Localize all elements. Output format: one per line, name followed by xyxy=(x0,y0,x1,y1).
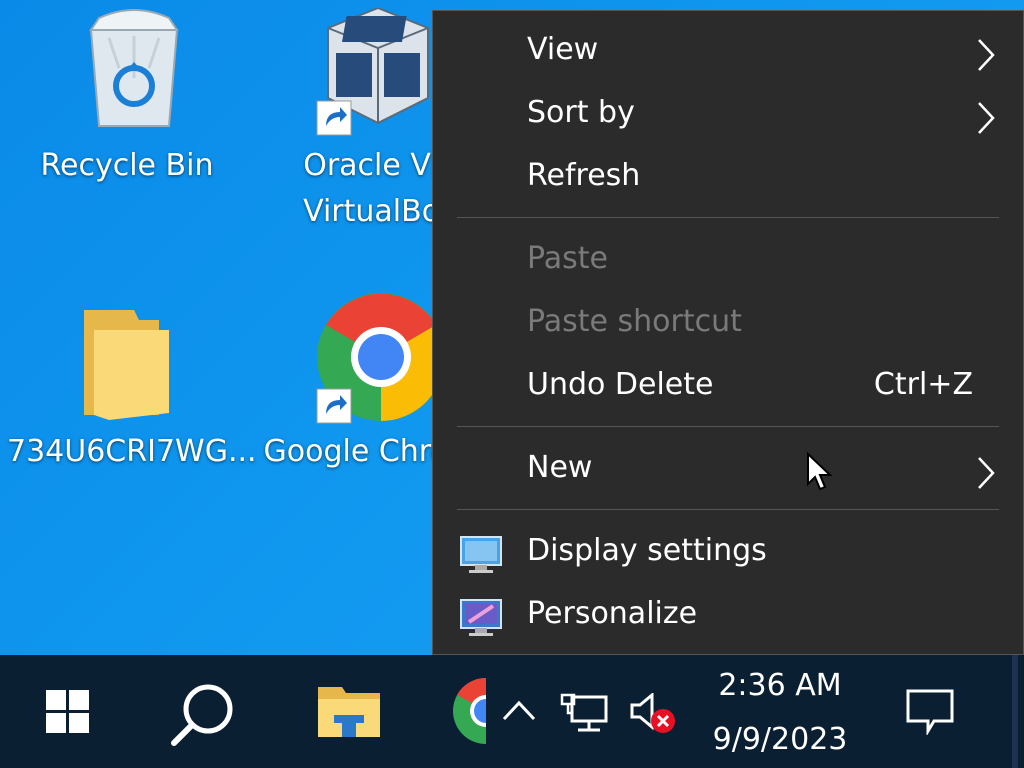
desktop-icon-folder[interactable]: 734U6CRI7WG... xyxy=(7,300,257,480)
start-icon[interactable] xyxy=(46,690,90,734)
menu-separator xyxy=(457,509,999,510)
menu-separator xyxy=(457,426,999,427)
chevron-right-icon xyxy=(978,457,995,489)
menu-separator xyxy=(457,217,999,218)
recycle-bin-icon xyxy=(89,9,179,127)
menu-item-new[interactable]: New xyxy=(433,442,1023,500)
notifications-icon[interactable] xyxy=(906,689,954,735)
file-explorer-icon[interactable] xyxy=(316,683,382,739)
menu-item-label: Paste xyxy=(527,241,608,276)
menu-item-paste-shortcut: Paste shortcut xyxy=(433,296,1023,354)
chevron-right-icon xyxy=(978,39,995,71)
search-icon[interactable] xyxy=(168,679,240,751)
volume-muted-icon[interactable] xyxy=(628,693,676,735)
menu-item-label: Undo Delete xyxy=(527,367,714,402)
clock-date: 9/9/2023 xyxy=(712,722,848,757)
menu-item-label: View xyxy=(527,32,599,67)
menu-item-label: Sort by xyxy=(527,95,635,130)
chevron-right-icon xyxy=(978,102,995,134)
desktop-context-menu: View Sort by Refresh Paste Paste shortcu… xyxy=(432,10,1024,655)
menu-item-refresh[interactable]: Refresh xyxy=(433,150,1023,208)
menu-item-undo-delete[interactable]: Undo Delete Ctrl+Z xyxy=(433,359,1023,417)
shortcut-arrow-icon xyxy=(316,388,352,424)
menu-item-sort-by[interactable]: Sort by xyxy=(433,87,1023,145)
desktop-icon-label: Recycle Bin xyxy=(40,148,214,183)
menu-item-display-settings[interactable]: Display settings xyxy=(433,525,1023,583)
menu-item-label: Paste shortcut xyxy=(527,304,742,339)
taskbar-clock[interactable]: 2:36 AM 9/9/2023 xyxy=(690,665,870,761)
menu-item-label: Display settings xyxy=(527,533,767,568)
desktop-icon-label: 734U6CRI7WG... xyxy=(7,434,257,469)
menu-item-personalize[interactable]: Personalize xyxy=(433,588,1023,646)
folder-icon xyxy=(84,310,169,420)
menu-item-shortcut: Ctrl+Z xyxy=(873,367,973,402)
mouse-cursor-icon xyxy=(807,452,833,491)
menu-item-paste: Paste xyxy=(433,233,1023,291)
network-icon[interactable] xyxy=(560,693,608,733)
shortcut-arrow-icon xyxy=(316,100,352,136)
menu-item-label: Personalize xyxy=(527,596,698,631)
display-settings-icon xyxy=(460,536,502,573)
taskbar: 2:36 AM 9/9/2023 xyxy=(0,655,1024,768)
desktop-icon-recycle-bin[interactable]: Recycle Bin xyxy=(7,8,247,198)
personalize-icon xyxy=(460,599,502,636)
chrome-taskbar-icon[interactable] xyxy=(452,677,486,745)
show-desktop-button[interactable] xyxy=(1012,655,1018,768)
menu-item-label: New xyxy=(527,450,593,485)
show-hidden-icons-chevron[interactable] xyxy=(502,699,536,721)
clock-time: 2:36 AM xyxy=(718,668,842,703)
menu-item-label: Refresh xyxy=(527,158,641,193)
menu-item-view[interactable]: View xyxy=(433,24,1023,82)
